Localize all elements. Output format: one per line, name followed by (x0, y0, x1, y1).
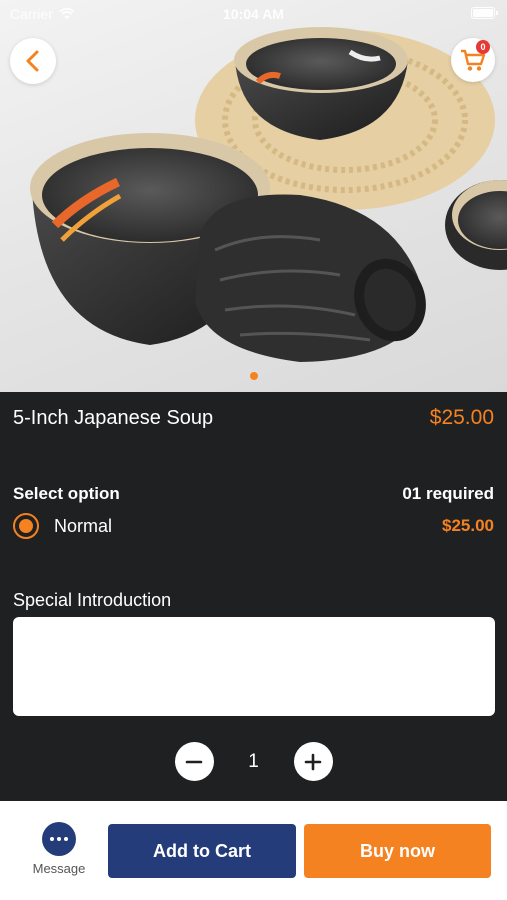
product-image-carousel[interactable]: Carrier 10:04 AM 0 (0, 0, 507, 392)
radio-dot (19, 519, 33, 533)
add-to-cart-button[interactable]: Add to Cart (108, 824, 296, 878)
increase-quantity-button[interactable] (293, 742, 333, 781)
quantity-stepper: 1 (0, 742, 507, 781)
special-introduction-input[interactable] (13, 617, 495, 716)
select-option-label: Select option (13, 484, 120, 503)
buy-now-button[interactable]: Buy now (304, 824, 491, 878)
battery-icon (471, 7, 498, 19)
cart-count-badge: 0 (476, 40, 490, 54)
plus-icon (304, 753, 322, 770)
radio-selected-icon[interactable] (13, 513, 39, 539)
option-header: Select option 01 required (13, 484, 494, 504)
option-required-label: 01 required (402, 484, 494, 503)
back-button[interactable] (10, 38, 56, 84)
chat-bubble-icon (42, 822, 76, 856)
message-button[interactable]: Message (28, 822, 90, 876)
decrease-quantity-button[interactable] (174, 742, 214, 781)
option-price: $25.00 (442, 516, 494, 535)
status-bar: Carrier 10:04 AM (0, 0, 507, 28)
option-item-normal[interactable]: Normal $25.00 (13, 512, 494, 540)
product-image (30, 27, 507, 362)
chevron-left-icon (26, 50, 39, 72)
option-left: Normal (13, 513, 112, 539)
carrier-info: Carrier (10, 6, 75, 22)
product-title: 5-Inch Japanese Soup (13, 406, 214, 429)
special-introduction-label: Special Introduction (13, 590, 172, 610)
carrier-label: Carrier (10, 6, 53, 22)
wifi-icon (59, 8, 75, 19)
product-title-row: 5-Inch Japanese Soup $25.00 (0, 392, 507, 444)
status-time: 10:04 AM (223, 6, 284, 22)
bottom-action-bar: Message Add to Cart Buy now (0, 801, 507, 900)
cart-button[interactable]: 0 (451, 38, 495, 82)
carousel-indicator-dot[interactable] (250, 372, 258, 380)
product-price: $25.00 (429, 406, 494, 429)
minus-icon (185, 760, 203, 763)
message-label: Message (32, 861, 86, 876)
quantity-value: 1 (248, 750, 259, 772)
option-name: Normal (54, 515, 113, 536)
